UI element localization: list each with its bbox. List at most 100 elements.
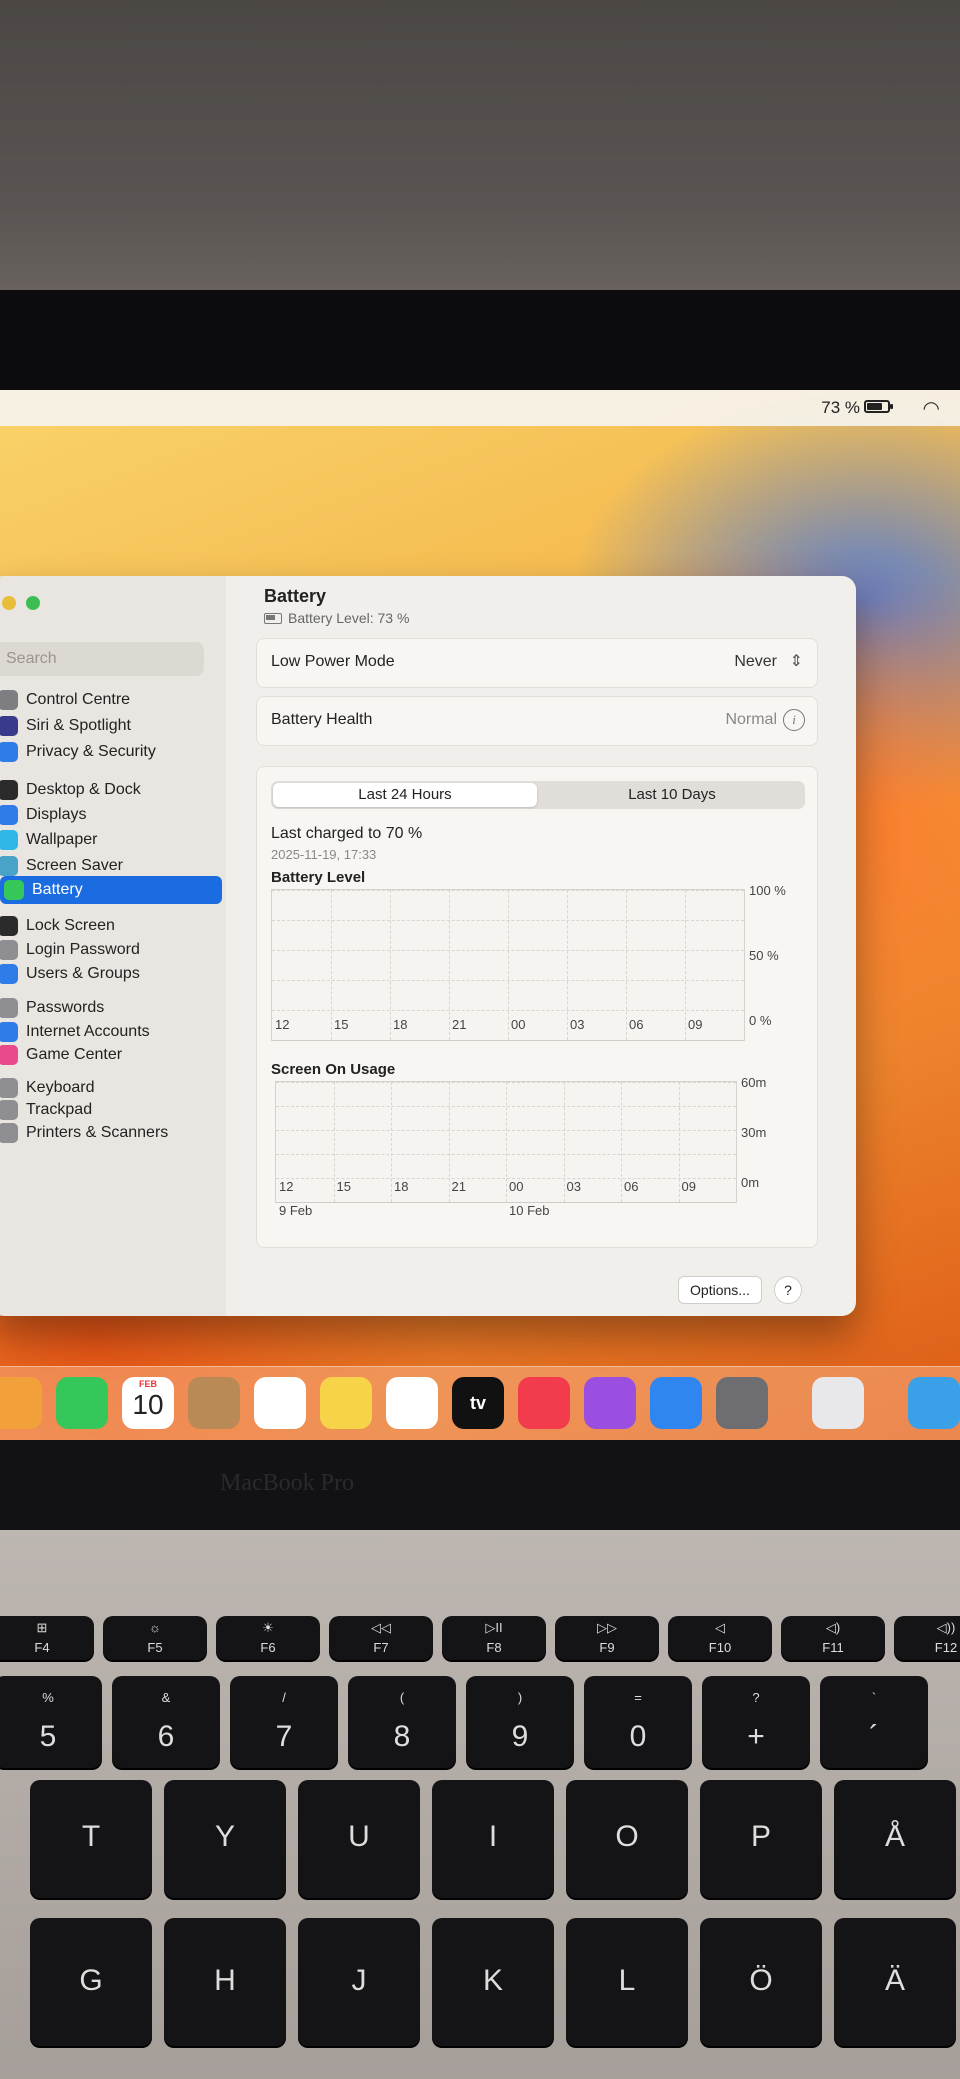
- key-f12[interactable]: ◁)) F12: [894, 1616, 960, 1660]
- key-f11[interactable]: ◁) F11: [781, 1616, 885, 1660]
- notes-icon[interactable]: [320, 1377, 372, 1429]
- sidebar-item-label: Desktop & Dock: [26, 781, 141, 798]
- sidebar-item-desktop-dock[interactable]: Desktop & Dock: [0, 776, 210, 804]
- key-f7[interactable]: ◁◁ F7: [329, 1616, 433, 1660]
- key-label: `: [871, 1690, 877, 1705]
- key-y[interactable]: Y: [164, 1780, 286, 1898]
- menubar-battery-percent[interactable]: 73 %: [821, 398, 860, 418]
- sidebar-item-wallpaper[interactable]: Wallpaper: [0, 826, 210, 854]
- key-f6[interactable]: ☀ F6: [216, 1616, 320, 1660]
- key-label: ☀: [262, 1620, 274, 1635]
- key-label: ): [517, 1690, 523, 1705]
- x-tick-label: 21: [452, 1017, 467, 1032]
- x-tick-label: 21: [451, 1179, 466, 1194]
- x-tick-label: 03: [570, 1017, 585, 1032]
- battery-small-icon: [264, 612, 282, 624]
- gridline-vertical: [626, 890, 627, 1040]
- options-button[interactable]: Options...: [678, 1276, 762, 1304]
- photos-icon[interactable]: [0, 1377, 42, 1429]
- stepper-chevron-icon[interactable]: ⇕: [790, 651, 803, 671]
- last-charged-time: 2025-11-19, 17:33: [271, 847, 377, 862]
- x-tick-label: 12: [279, 1179, 294, 1194]
- freeform-icon[interactable]: [386, 1377, 438, 1429]
- screen-saver-icon: [0, 856, 18, 876]
- key-3[interactable]: (8: [348, 1676, 456, 1768]
- key-ö[interactable]: Ö: [700, 1918, 822, 2046]
- dock: FEB 10 tv: [0, 1366, 960, 1440]
- help-button[interactable]: ?: [774, 1276, 802, 1304]
- key-o[interactable]: O: [566, 1780, 688, 1898]
- app-store-icon[interactable]: [650, 1377, 702, 1429]
- sidebar-item-label: Control Centre: [26, 691, 131, 708]
- facetime-icon[interactable]: [56, 1377, 108, 1429]
- sidebar-item-label: Screen Saver: [26, 857, 123, 874]
- sidebar-item-battery[interactable]: Battery: [0, 876, 222, 904]
- key-label: 0: [629, 1720, 647, 1753]
- key-5[interactable]: = 0: [584, 1676, 692, 1768]
- gridline-vertical: [567, 890, 568, 1040]
- battery-health-value: Normal: [725, 711, 777, 728]
- calendar-icon[interactable]: FEB 10: [122, 1377, 174, 1429]
- music-icon[interactable]: [518, 1377, 570, 1429]
- x-tick-label: 12: [275, 1017, 290, 1032]
- minimize-button[interactable]: [2, 596, 16, 610]
- battery-icon[interactable]: [864, 400, 893, 413]
- sidebar-item-privacy-security[interactable]: Privacy & Security: [0, 738, 210, 766]
- sidebar-item-game-center[interactable]: Game Center: [0, 1041, 210, 1069]
- search-input[interactable]: Search: [0, 642, 204, 676]
- info-icon[interactable]: i: [783, 709, 805, 731]
- key-ä[interactable]: Ä: [834, 1918, 956, 2046]
- key-f8[interactable]: ▷II F8: [442, 1616, 546, 1660]
- sidebar-item-siri-spotlight[interactable]: Siri & Spotlight: [0, 712, 210, 740]
- key-u[interactable]: U: [298, 1780, 420, 1898]
- menu-bar: 73 % ◠: [0, 390, 960, 426]
- key-7[interactable]: ` ´: [820, 1676, 928, 1768]
- key-h[interactable]: H: [164, 1918, 286, 2046]
- sidebar-item-label: Passwords: [26, 999, 105, 1016]
- sidebar-item-printers-scanners[interactable]: Printers & Scanners: [0, 1119, 210, 1147]
- key-j[interactable]: J: [298, 1918, 420, 2046]
- battery-pane: Battery Battery Level: 73 % Low Power Mo…: [226, 576, 856, 1316]
- key-label: /: [282, 1690, 286, 1705]
- key-å[interactable]: Å: [834, 1780, 956, 1898]
- sidebar-item-control-centre[interactable]: Control Centre: [0, 686, 210, 714]
- tab-last-24-hours[interactable]: Last 24 Hours: [273, 783, 537, 807]
- key-4[interactable]: ) 9: [466, 1676, 574, 1768]
- key-g[interactable]: G: [30, 1918, 152, 2046]
- reminders-icon[interactable]: [254, 1377, 306, 1429]
- contacts-icon[interactable]: [188, 1377, 240, 1429]
- game-center-icon: [0, 1045, 18, 1065]
- installer-icon[interactable]: [812, 1377, 864, 1429]
- key-k[interactable]: K: [432, 1918, 554, 2046]
- finder-folder-icon[interactable]: [908, 1377, 960, 1429]
- podcasts-icon[interactable]: [584, 1377, 636, 1429]
- key-0[interactable]: % 5: [0, 1676, 102, 1768]
- tab-last-10-days[interactable]: Last 10 Days: [539, 781, 805, 809]
- zoom-button[interactable]: [26, 596, 40, 610]
- key-f10[interactable]: ◁ F10: [668, 1616, 772, 1660]
- key-i[interactable]: I: [432, 1780, 554, 1898]
- sidebar-item-label: Privacy & Security: [26, 743, 156, 760]
- key-label: &: [161, 1690, 171, 1705]
- sidebar-item-displays[interactable]: Displays: [0, 801, 210, 829]
- key-6[interactable]: ? +: [702, 1676, 810, 1768]
- wifi-icon[interactable]: ◠: [923, 396, 940, 421]
- key-f5[interactable]: ☼ F5: [103, 1616, 207, 1660]
- gridline-horizontal: [276, 1202, 736, 1203]
- key-label: J: [351, 1964, 367, 1997]
- key-2[interactable]: /7: [230, 1676, 338, 1768]
- system-settings-icon[interactable]: [716, 1377, 768, 1429]
- apple-tv-icon[interactable]: tv: [452, 1377, 504, 1429]
- key-l[interactable]: L: [566, 1918, 688, 2046]
- gridline-vertical: [621, 1082, 622, 1202]
- sidebar-item-users-groups[interactable]: Users & Groups: [0, 960, 210, 988]
- low-power-mode-value[interactable]: Never: [734, 653, 777, 671]
- sidebar-item-label: Lock Screen: [26, 917, 115, 934]
- gridline-vertical: [685, 890, 686, 1040]
- dock-icon: [0, 780, 18, 800]
- key-f9[interactable]: ▷▷ F9: [555, 1616, 659, 1660]
- key-f4[interactable]: ⊞ F4: [0, 1616, 94, 1660]
- key-t[interactable]: T: [30, 1780, 152, 1898]
- key-1[interactable]: & 6: [112, 1676, 220, 1768]
- key-p[interactable]: P: [700, 1780, 822, 1898]
